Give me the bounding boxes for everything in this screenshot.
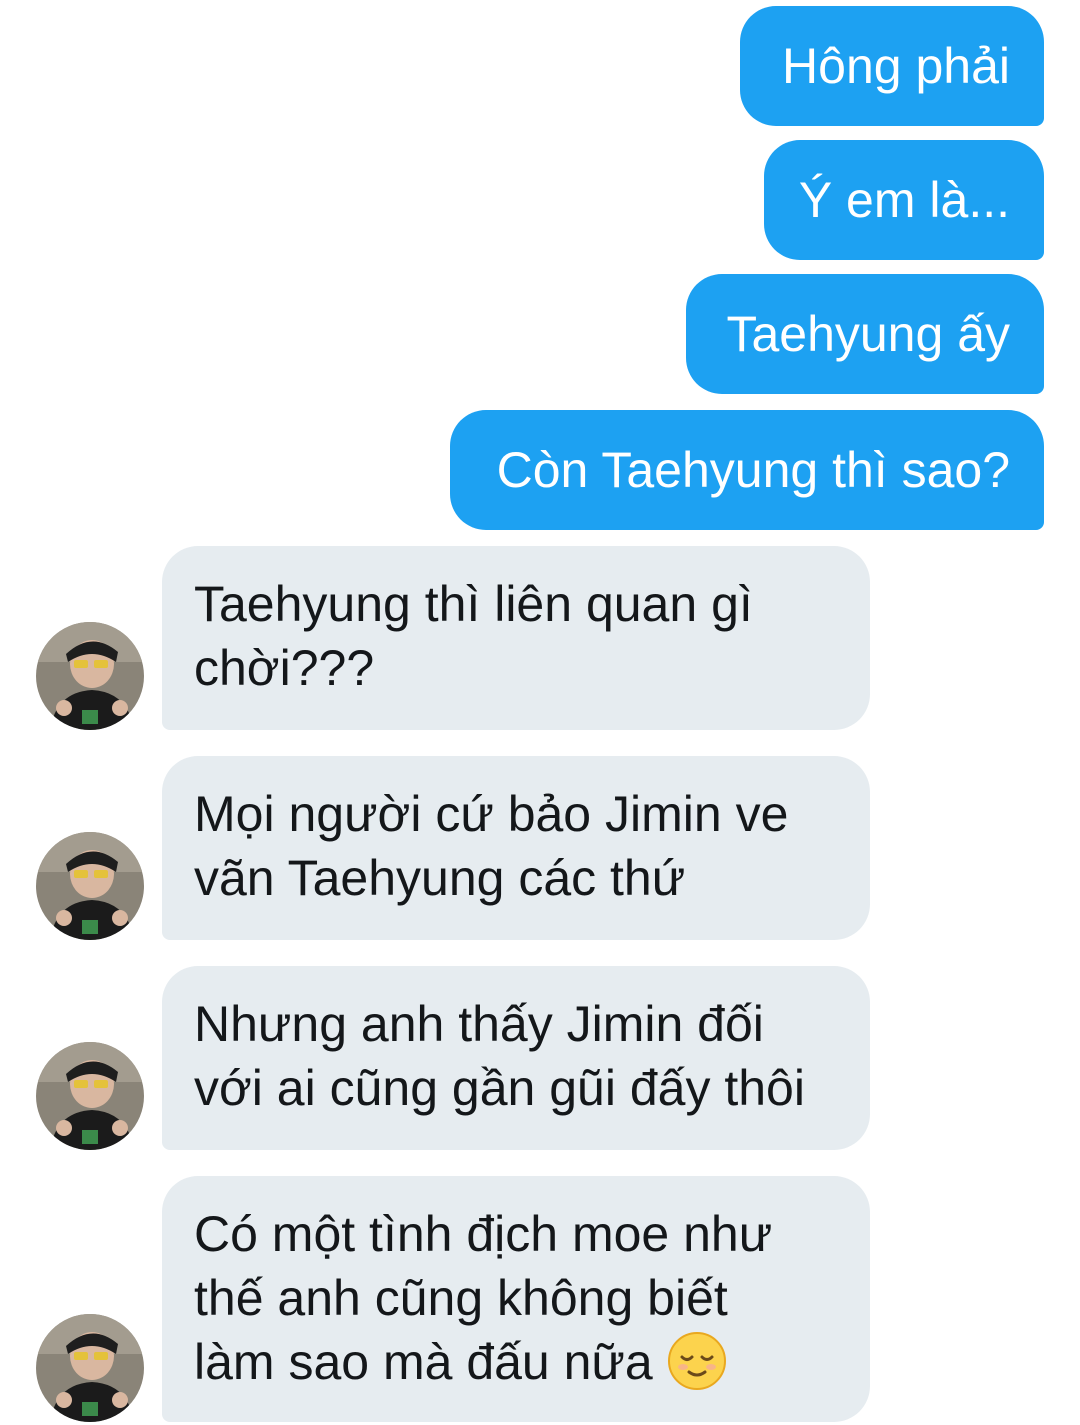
received-message-line: chời??? (194, 640, 375, 696)
received-message-line: Có một tình địch moe như (194, 1206, 773, 1262)
contact-avatar[interactable] (36, 1314, 144, 1422)
received-message-bubble[interactable]: Taehyung thì liên quan gì chời??? (162, 546, 870, 730)
received-message-line: với ai cũng gần gũi đấy thôi (194, 1060, 805, 1116)
received-message-line: Nhưng anh thấy Jimin đối (194, 996, 764, 1052)
received-message-line-with-emoji: làm sao mà đấu nữa (194, 1330, 838, 1394)
contact-avatar[interactable] (36, 832, 144, 940)
sent-message-bubble[interactable]: Taehyung ấy (686, 274, 1044, 394)
received-message-line: Taehyung thì liên quan gì (194, 576, 753, 632)
sent-message-text: Taehyung ấy (726, 306, 1010, 362)
relieved-face-emoji-icon (667, 1332, 726, 1390)
avatar-icon (36, 1314, 144, 1422)
received-message-bubble[interactable]: Mọi người cứ bảo Jimin ve vãn Taehyung c… (162, 756, 870, 940)
contact-avatar[interactable] (36, 1042, 144, 1150)
contact-avatar[interactable] (36, 622, 144, 730)
received-message-bubble[interactable]: Có một tình địch moe như thế anh cũng kh… (162, 1176, 870, 1422)
sent-message-text: Còn Taehyung thì sao? (496, 442, 1010, 498)
sent-message-bubble[interactable]: Hông phải (740, 6, 1044, 126)
chat-thread: Hông phải Ý em là... Taehyung ấy Còn Tae… (0, 0, 1080, 1425)
sent-message-bubble[interactable]: Ý em là... (764, 140, 1044, 260)
received-message-line: làm sao mà đấu nữa (194, 1334, 653, 1390)
avatar-icon (36, 832, 144, 940)
avatar-icon (36, 622, 144, 730)
sent-message-text: Ý em là... (798, 172, 1010, 228)
received-message-bubble[interactable]: Nhưng anh thấy Jimin đối với ai cũng gần… (162, 966, 870, 1150)
avatar-icon (36, 1042, 144, 1150)
sent-message-bubble[interactable]: Còn Taehyung thì sao? (450, 410, 1044, 530)
received-message-line: vãn Taehyung các thứ (194, 850, 686, 906)
received-message-line: Mọi người cứ bảo Jimin ve (194, 786, 789, 842)
sent-message-text: Hông phải (782, 38, 1010, 94)
received-message-line: thế anh cũng không biết (194, 1270, 728, 1326)
